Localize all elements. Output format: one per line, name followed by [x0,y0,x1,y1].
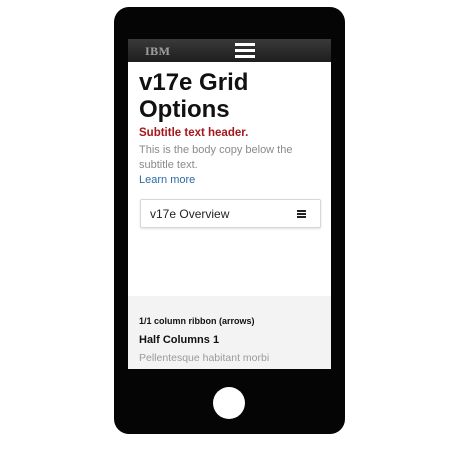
home-button[interactable] [213,387,245,419]
list-icon [297,210,306,218]
column-body-text: Pellentesque habitant morbi [139,352,270,364]
ibm-logo: IBM [145,44,171,58]
phone-screen: IBM v17e Grid Options Subtitle text head… [128,39,331,369]
learn-more-link[interactable]: Learn more [139,174,195,186]
main-content: v17e Grid Options Subtitle text header. … [128,62,331,296]
top-bar: IBM [128,39,331,62]
body-copy: This is the body copy below the subtitle… [139,144,293,171]
hamburger-icon[interactable] [235,43,255,58]
column-heading: Half Columns 1 [139,334,220,346]
overview-dropdown[interactable]: v17e Overview [140,199,321,228]
subtitle-header: Subtitle text header. [139,127,249,139]
column-section: 1/1 column ribbon (arrows) Half Columns … [128,296,331,369]
dropdown-label: v17e Overview [150,207,230,221]
ribbon-label: 1/1 column ribbon (arrows) [139,316,255,326]
page-title: v17e Grid Options [139,69,249,123]
